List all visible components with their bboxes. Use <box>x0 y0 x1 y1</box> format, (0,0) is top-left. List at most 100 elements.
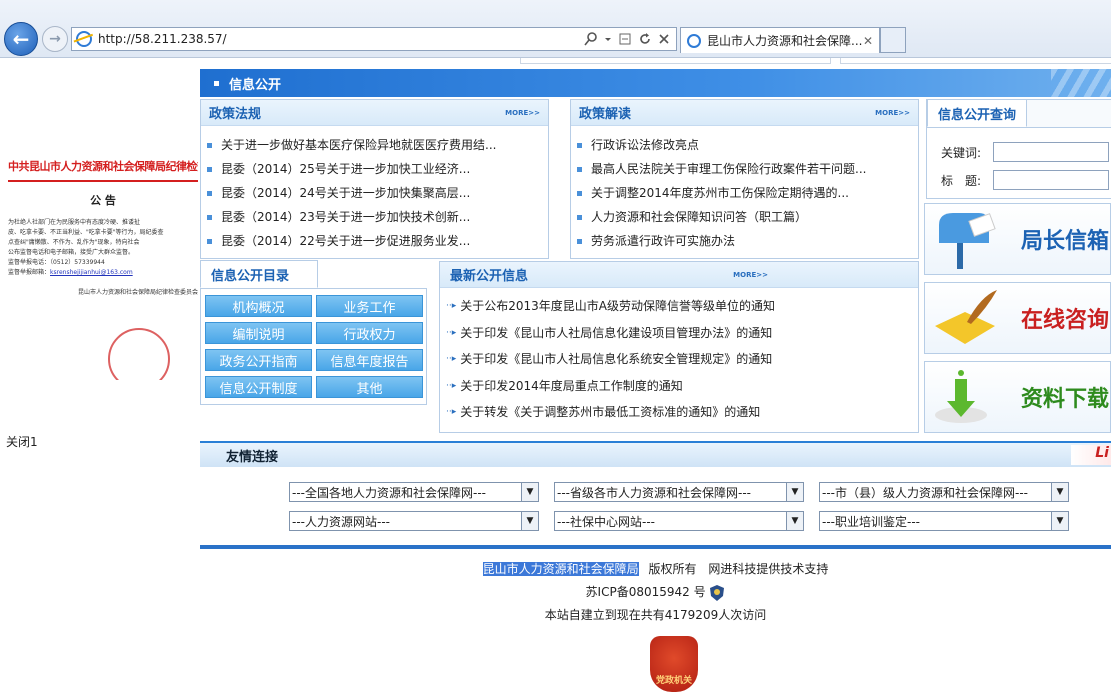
select-hr-sites[interactable]: ---人力资源网站--- ▼ <box>289 511 539 531</box>
catalog-tabhead: 信息公开目录 <box>200 260 427 289</box>
query-tabhead: 信息公开查询 <box>927 99 1111 128</box>
notice-email: ksrenshejijianhui@163.com <box>50 269 133 276</box>
chevron-down-icon: ▼ <box>786 512 803 530</box>
footer-icp[interactable]: 苏ICP备08015942 号 <box>586 585 706 599</box>
latest-title: 最新公开信息 <box>450 269 529 284</box>
quill-icon <box>935 290 997 344</box>
policy-interpret-more-link[interactable]: MORE>> <box>875 109 910 117</box>
keyword-label: 关键词: <box>941 145 982 160</box>
download-banner[interactable]: 资料下载 <box>924 361 1111 433</box>
title-input[interactable] <box>993 170 1110 190</box>
policy-interpret-box: 政策解读 MORE>> 行政诉讼法修改亮点 最高人民法院关于审理工伤保险行政案件… <box>570 99 919 259</box>
stop-icon[interactable] <box>658 32 670 46</box>
select-city[interactable]: ---市（县）级人力资源和社会保障网--- ▼ <box>819 482 1069 502</box>
catalog-box: 信息公开目录 机构概况 业务工作 编制说明 行政权力 政务公开指南 信息年度报告… <box>200 260 427 407</box>
list-item[interactable]: 昆委（2014）24号关于进一步加快集聚高层... <box>207 181 548 205</box>
footer-line-1: 昆山市人力资源和社会保障局 版权所有 网进科技提供技术支持 <box>200 558 1111 581</box>
arrow-bullet-icon: ··▸ <box>446 380 457 391</box>
chevron-down-icon: ▼ <box>521 512 538 530</box>
list-item[interactable]: ··▸ 关于转发《关于调整苏州市最低工资标准的通知》的通知 <box>446 399 918 426</box>
catalog-item[interactable]: 信息年度报告 <box>316 349 423 371</box>
latest-header: 最新公开信息 MORE>> <box>440 262 918 288</box>
forward-arrow-icon: → <box>49 31 61 47</box>
list-item[interactable]: 人力资源和社会保障知识问答（职工篇） <box>577 205 918 229</box>
address-bar[interactable]: http://58.211.238.57/ <box>71 27 677 51</box>
close-notice-link[interactable]: 关闭1 <box>6 433 38 450</box>
keyword-input[interactable] <box>993 142 1110 162</box>
latest-more-link[interactable]: MORE>> <box>733 271 768 279</box>
director-mailbox-banner[interactable]: 局长信箱 <box>924 203 1111 275</box>
browser-chrome: ← → http://58.211.238.57/ 昆山市人力资源和社会保障..… <box>0 0 1111 58</box>
catalog-item[interactable]: 编制说明 <box>205 322 312 344</box>
query-box: 信息公开查询 关键词: 标 题: <box>926 99 1111 199</box>
stripe-decoration <box>1051 69 1111 97</box>
notice-divider <box>8 180 198 182</box>
chevron-down-icon: ▼ <box>1051 512 1068 530</box>
footer-copyright: 版权所有 <box>648 562 697 576</box>
notice-line: 监督举报邮箱：ksrenshejijianhui@163.com <box>8 269 133 276</box>
friend-links-corner: Li <box>1071 445 1111 465</box>
select-national[interactable]: ---全国各地人力资源和社会保障网--- ▼ <box>289 482 539 502</box>
list-item[interactable]: 昆委（2014）25号关于进一步加快工业经济... <box>207 157 548 181</box>
chevron-down-icon: ▼ <box>1051 483 1068 501</box>
banner-label: 局长信箱 <box>1021 229 1110 254</box>
notice-line: 为杜绝人社部门在为民服务中有态度冷硬、推诿扯 <box>8 219 141 226</box>
notice-image[interactable]: 中共昆山市人力资源和社会保障局纪律检查委员会 公 告 为杜绝人社部门在为民服务中… <box>8 158 198 380</box>
catalog-item[interactable]: 政务公开指南 <box>205 349 312 371</box>
footer-org: 昆山市人力资源和社会保障局 <box>482 562 639 576</box>
download-icon <box>935 370 987 423</box>
dropdown-icon[interactable] <box>604 32 612 46</box>
back-button[interactable]: ← <box>4 22 38 56</box>
notice-heading: 公 告 <box>90 194 116 207</box>
list-item[interactable]: 劳务派遣行政许可实施办法 <box>577 229 918 253</box>
banner-label: 资料下载 <box>1021 387 1110 412</box>
notice-line: 监督举报电话：（0512）57339944 <box>8 259 105 266</box>
footer-divider <box>200 545 1111 549</box>
list-item[interactable]: 行政诉讼法修改亮点 <box>577 133 918 157</box>
forward-button[interactable]: → <box>42 26 68 52</box>
chevron-down-icon: ▼ <box>521 483 538 501</box>
latest-box: 最新公开信息 MORE>> ··▸ 关于公布2013年度昆山市A级劳动保障信誉等级… <box>439 261 919 433</box>
catalog-item[interactable]: 机构概况 <box>205 295 312 317</box>
list-item[interactable]: 昆委（2014）23号关于进一步加快技术创新... <box>207 205 548 229</box>
catalog-item[interactable]: 业务工作 <box>316 295 423 317</box>
notice-line: 公布监督电话和电子邮箱，接受广大群众监督。 <box>8 249 135 256</box>
new-tab-button[interactable] <box>880 27 906 53</box>
catalog-item[interactable]: 其他 <box>316 376 423 398</box>
list-item[interactable]: 关于调整2014年度苏州市工伤保险定期待遇的... <box>577 181 918 205</box>
list-item[interactable]: ··▸ 关于印发《昆山市人社局信息化系统安全管理规定》的通知 <box>446 346 918 373</box>
browser-tab[interactable]: 昆山市人力资源和社会保障... ✕ <box>680 27 880 53</box>
arrow-bullet-icon: ··▸ <box>446 354 457 365</box>
catalog-item[interactable]: 行政权力 <box>316 322 423 344</box>
tab-title: 昆山市人力资源和社会保障... <box>707 34 863 48</box>
back-arrow-icon: ← <box>12 27 30 51</box>
close-tab-icon[interactable]: ✕ <box>863 34 873 48</box>
search-icon[interactable] <box>584 32 598 46</box>
list-item[interactable]: 最高人民法院关于审理工伤保险行政案件若干问题... <box>577 157 918 181</box>
left-notice-panel: 中共昆山市人力资源和社会保障局纪律检查委员会 公 告 为杜绝人社部门在为民服务中… <box>0 58 200 692</box>
select-provincial[interactable]: ---省级各市人力资源和社会保障网--- ▼ <box>554 482 804 502</box>
government-badge[interactable]: 党政机关 <box>650 636 698 692</box>
list-item[interactable]: 关于进一步做好基本医疗保险异地就医医疗费用结... <box>207 133 548 157</box>
select-social-security[interactable]: ---社保中心网站--- ▼ <box>554 511 804 531</box>
online-consult-banner[interactable]: 在线咨询 <box>924 282 1111 354</box>
bullet-icon <box>207 238 212 244</box>
refresh-icon[interactable] <box>638 32 652 46</box>
tab-ie-icon <box>687 33 701 48</box>
policy-laws-more-link[interactable]: MORE>> <box>505 109 540 117</box>
policy-laws-title: 政策法规 <box>209 107 262 122</box>
catalog-title: 信息公开目录 <box>200 260 319 288</box>
list-item[interactable]: ··▸ 关于印发2014年度局重点工作制度的通知 <box>446 373 918 400</box>
list-item[interactable]: ··▸ 关于印发《昆山市人社局信息化建设项目管理办法》的通知 <box>446 320 918 347</box>
compat-view-icon[interactable] <box>618 32 632 46</box>
bullet-icon <box>207 142 212 148</box>
catalog-grid: 机构概况 业务工作 编制说明 行政权力 政务公开指南 信息年度报告 信息公开制度… <box>200 289 427 405</box>
bullet-icon <box>577 142 582 148</box>
bullet-icon <box>214 80 219 86</box>
list-item[interactable]: ··▸ 关于公布2013年度昆山市A级劳动保障信誉等级单位的通知 <box>446 293 918 320</box>
list-item[interactable]: 昆委（2014）22号关于进一步促进服务业发... <box>207 229 548 253</box>
select-training[interactable]: ---职业培训鉴定--- ▼ <box>819 511 1069 531</box>
police-badge-icon <box>710 584 725 601</box>
bullet-icon <box>577 238 582 244</box>
catalog-item[interactable]: 信息公开制度 <box>205 376 312 398</box>
